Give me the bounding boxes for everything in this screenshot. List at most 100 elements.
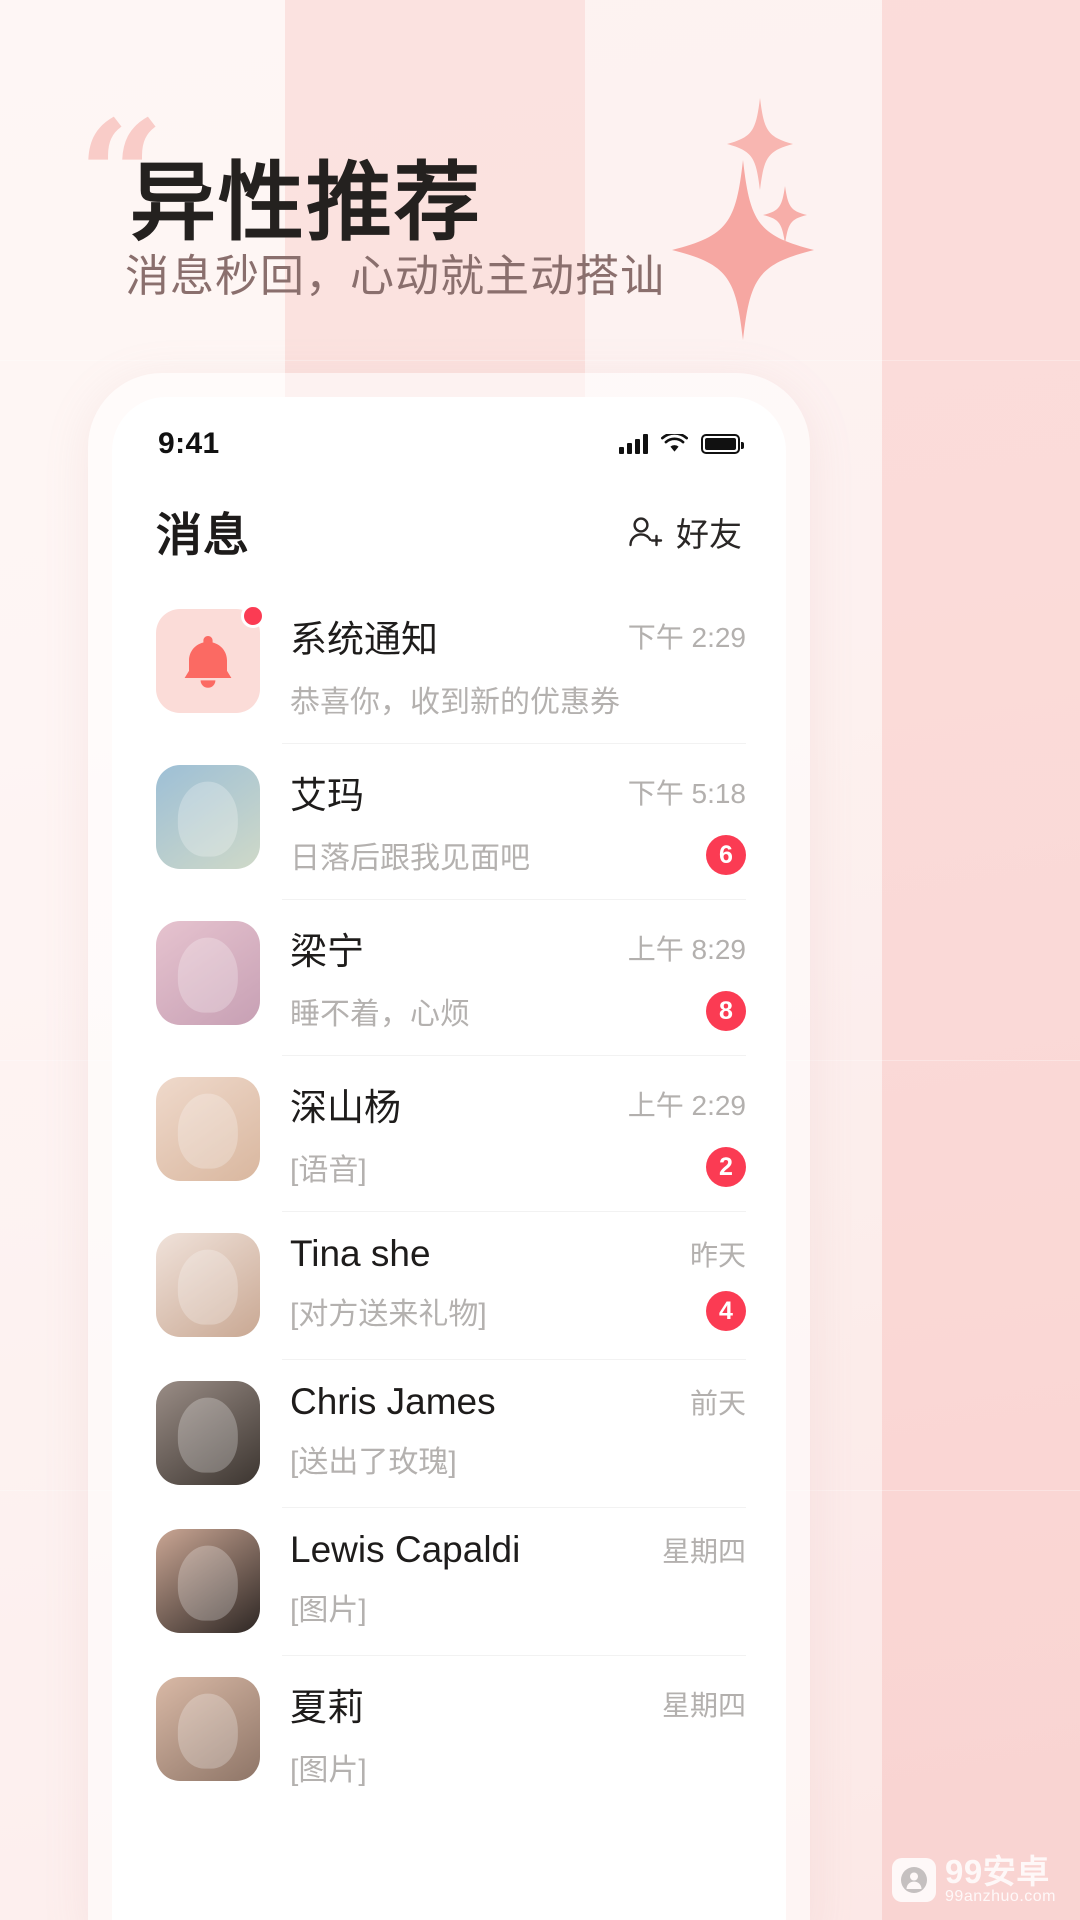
chat-item-preview: [图片] <box>290 1594 367 1627</box>
unread-badge: 4 <box>706 1291 746 1331</box>
avatar-portrait-silhouette <box>177 1693 239 1769</box>
chat-item-preview: 恭喜你，收到新的优惠券 <box>290 686 620 719</box>
avatar-image <box>156 1233 260 1337</box>
chat-item-body: Tina she 昨天 [对方送来礼物] 4 <box>290 1233 746 1333</box>
chat-item-bottom-line: [图片] <box>290 1585 746 1629</box>
avatar-portrait-silhouette <box>177 781 239 857</box>
unread-badge: 8 <box>706 991 746 1031</box>
avatar-image <box>156 1077 260 1181</box>
chat-item-bottom-line: 日落后跟我见面吧 6 <box>290 833 746 877</box>
chat-item-time: 上午 2:29 <box>627 1090 746 1121</box>
chat-item-bottom-line: 恭喜你，收到新的优惠券 <box>290 677 746 721</box>
chat-list[interactable]: 系统通知 下午 2:29 恭喜你，收到新的优惠券艾玛 下午 5:18 日落后跟我见面吧 6… <box>112 587 786 1811</box>
chat-item-body: 夏莉 星期四 [图片] <box>290 1677 746 1789</box>
avatar <box>156 1077 260 1181</box>
chat-item-preview: [送出了玫瑰] <box>290 1446 457 1479</box>
avatar-image <box>156 765 260 869</box>
chat-item-top-line: Lewis Capaldi 星期四 <box>290 1529 746 1571</box>
chat-item-preview: 日落后跟我见面吧 <box>290 842 530 875</box>
watermark-title: 99安卓 <box>945 1852 1050 1890</box>
chat-list-item[interactable]: 深山杨 上午 2:29 [语音] 2 <box>112 1055 786 1211</box>
chat-item-bottom-line: [语音] 2 <box>290 1145 746 1189</box>
chat-item-preview: [语音] <box>290 1154 367 1187</box>
chat-item-top-line: 深山杨 上午 2:29 <box>290 1077 746 1131</box>
app-header-title: 消息 <box>156 509 250 561</box>
avatar-wrapper <box>156 1677 260 1781</box>
chat-item-time: 前天 <box>689 1388 746 1419</box>
avatar-portrait-silhouette <box>177 1249 239 1325</box>
chat-list-item[interactable]: 系统通知 下午 2:29 恭喜你，收到新的优惠券 <box>112 587 786 743</box>
avatar <box>156 1381 260 1485</box>
avatar-image <box>156 1381 260 1485</box>
chat-item-name: Tina she <box>290 1233 431 1274</box>
cellular-signal-icon <box>619 434 648 454</box>
bell-icon <box>184 636 232 688</box>
avatar <box>156 1529 260 1633</box>
chat-list-item[interactable]: 夏莉 星期四 [图片] <box>112 1655 786 1811</box>
page-title: 异性推荐 <box>130 155 482 251</box>
avatar-image <box>156 921 260 1025</box>
avatar-portrait-silhouette <box>177 1093 239 1169</box>
chat-item-preview: 睡不着，心烦 <box>290 998 470 1031</box>
chat-list-item[interactable]: 梁宁 上午 8:29 睡不着，心烦 8 <box>112 899 786 1055</box>
chat-item-time: 星期四 <box>661 1690 746 1721</box>
chat-item-time: 星期四 <box>661 1536 746 1567</box>
chat-item-name: 艾玛 <box>290 775 364 816</box>
chat-list-item[interactable]: 艾玛 下午 5:18 日落后跟我见面吧 6 <box>112 743 786 899</box>
watermark-texts: 99安卓 99anzhuo.com <box>945 1852 1056 1906</box>
chat-item-top-line: Tina she 昨天 <box>290 1233 746 1275</box>
chat-item-body: 系统通知 下午 2:29 恭喜你，收到新的优惠券 <box>290 609 746 721</box>
chat-item-time: 下午 2:29 <box>627 622 746 653</box>
chat-item-name: 深山杨 <box>290 1087 401 1128</box>
avatar-wrapper <box>156 1381 260 1485</box>
chat-item-preview: [图片] <box>290 1754 367 1787</box>
chat-list-item[interactable]: Lewis Capaldi 星期四 [图片] <box>112 1507 786 1655</box>
background-band-4 <box>882 0 1080 1920</box>
chat-item-preview: [对方送来礼物] <box>290 1298 487 1331</box>
chat-item-top-line: 系统通知 下午 2:29 <box>290 609 746 663</box>
unread-badge: 6 <box>706 835 746 875</box>
chat-item-top-line: 梁宁 上午 8:29 <box>290 921 746 975</box>
chat-item-name: 夏莉 <box>290 1687 364 1728</box>
chat-item-top-line: 夏莉 星期四 <box>290 1677 746 1731</box>
wifi-icon <box>661 434 688 452</box>
background-line-1 <box>0 360 1080 361</box>
status-bar: 9:41 <box>112 397 786 473</box>
avatar-image <box>156 1529 260 1633</box>
chat-item-name: Chris James <box>290 1381 496 1422</box>
avatar-wrapper <box>156 604 265 713</box>
chat-item-name: Lewis Capaldi <box>290 1529 521 1570</box>
watermark-url: 99anzhuo.com <box>945 1888 1056 1906</box>
avatar-wrapper <box>156 1233 260 1337</box>
chat-item-body: Chris James 前天 [送出了玫瑰] <box>290 1381 746 1481</box>
friends-button[interactable]: 好友 <box>626 508 742 556</box>
avatar-wrapper <box>156 1077 260 1181</box>
chat-item-bottom-line: 睡不着，心烦 8 <box>290 989 746 1033</box>
avatar-portrait-silhouette <box>177 1397 239 1473</box>
battery-full-icon <box>701 434 744 454</box>
avatar <box>156 921 260 1025</box>
chat-item-body: 梁宁 上午 8:29 睡不着，心烦 8 <box>290 921 746 1033</box>
avatar-portrait-silhouette <box>177 1545 239 1621</box>
avatar-image <box>156 1677 260 1781</box>
chat-list-item[interactable]: Chris James 前天 [送出了玫瑰] <box>112 1359 786 1507</box>
watermark: 99安卓 99anzhuo.com <box>892 1852 1056 1906</box>
chat-item-bottom-line: [图片] <box>290 1745 746 1789</box>
sparkle-medium-icon <box>727 98 793 190</box>
page-subtitle: 消息秒回，心动就主动搭讪 <box>125 252 665 301</box>
phone-screen: 9:41 消息 好友 系统通知 下午 2:29 恭喜你，收到新的优惠券艾玛 下午 5:… <box>112 397 786 1920</box>
status-bar-time: 9:41 <box>158 427 220 460</box>
avatar <box>156 1233 260 1337</box>
chat-list-item[interactable]: Tina she 昨天 [对方送来礼物] 4 <box>112 1211 786 1359</box>
chat-item-name: 系统通知 <box>290 619 438 660</box>
app-header: 消息 好友 <box>112 473 786 587</box>
chat-item-body: 艾玛 下午 5:18 日落后跟我见面吧 6 <box>290 765 746 877</box>
chat-item-top-line: 艾玛 下午 5:18 <box>290 765 746 819</box>
unread-dot <box>241 604 265 628</box>
avatar-wrapper <box>156 921 260 1025</box>
chat-item-time: 昨天 <box>689 1240 746 1271</box>
chat-item-body: Lewis Capaldi 星期四 [图片] <box>290 1529 746 1629</box>
chat-item-bottom-line: [对方送来礼物] 4 <box>290 1289 746 1333</box>
chat-item-top-line: Chris James 前天 <box>290 1381 746 1423</box>
chat-item-time: 上午 8:29 <box>627 934 746 965</box>
